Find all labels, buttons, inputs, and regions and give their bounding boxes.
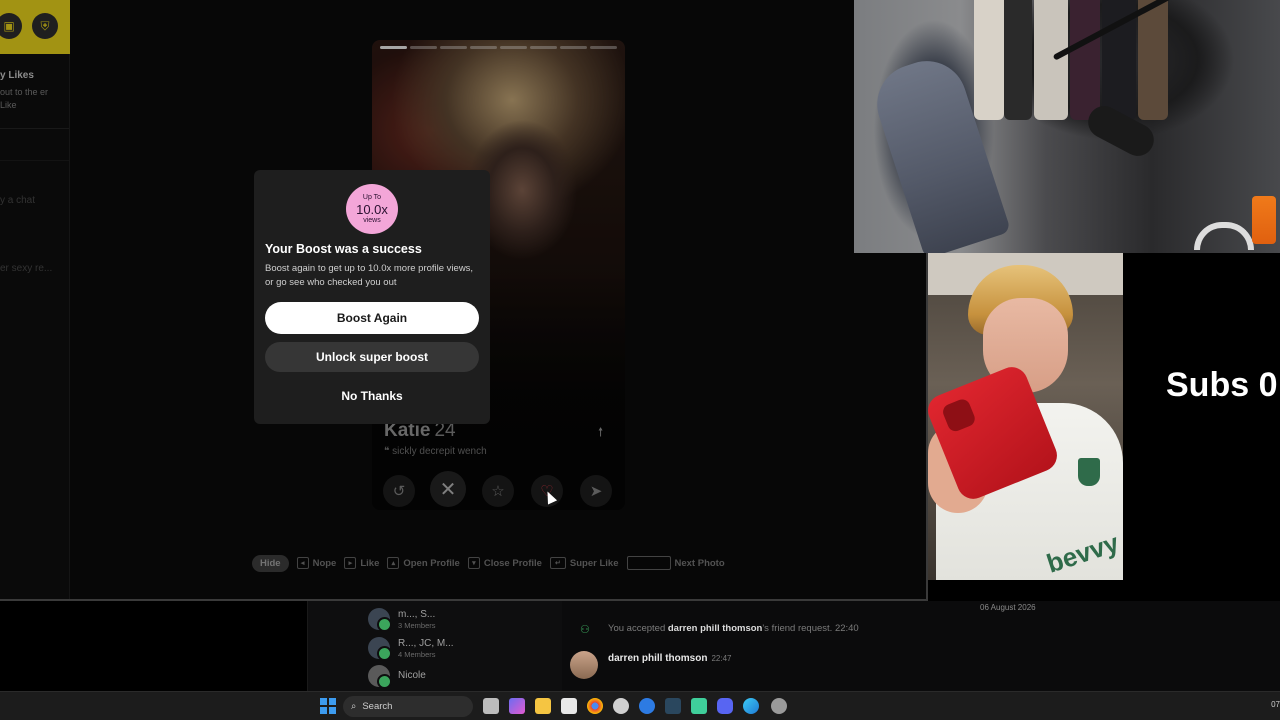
system-user[interactable]: darren phill thomson xyxy=(668,623,762,634)
system-prefix: You accepted xyxy=(608,623,668,634)
subs-counter: Subs 0 xyxy=(1166,366,1278,404)
friend-added-icon: ⚇ xyxy=(580,624,590,636)
modal-description: Boost again to get up to 10.0x more prof… xyxy=(265,263,474,288)
store-icon[interactable] xyxy=(561,698,577,714)
drink-can xyxy=(1252,196,1276,244)
boost-success-modal: Up To 10.0x views Your Boost was a succe… xyxy=(254,170,490,424)
system-time: 22:40 xyxy=(834,623,859,634)
taskbar-search[interactable]: ⌕ Search xyxy=(343,696,473,717)
dm-text: m..., S... 3 Members xyxy=(398,609,436,630)
badge-bottom-text: views xyxy=(363,216,381,224)
app-icon[interactable] xyxy=(613,698,629,714)
face-webcam-feed: bevvy xyxy=(928,253,1123,580)
clothing xyxy=(1034,0,1068,120)
chat-panel: 06 August 2026 ⚇ You accepted darren phi… xyxy=(562,601,1280,691)
author-name[interactable]: darren phill thomson xyxy=(608,653,707,664)
boost-again-button[interactable]: Boost Again xyxy=(265,302,479,334)
file-explorer-icon[interactable] xyxy=(535,698,551,714)
unlock-super-boost-button[interactable]: Unlock super boost xyxy=(265,342,479,372)
steam-icon[interactable] xyxy=(665,698,681,714)
system-message: You accepted darren phill thomson's frie… xyxy=(608,623,859,634)
clock[interactable]: 07 xyxy=(1271,700,1280,709)
phone-camera xyxy=(940,397,978,434)
dm-item[interactable]: R..., JC, M... 4 Members xyxy=(368,635,454,661)
dm-name: Nicole xyxy=(398,670,426,681)
dm-members: 4 Members xyxy=(398,649,436,659)
avatar xyxy=(368,665,392,689)
dm-text: R..., JC, M... 4 Members xyxy=(398,638,454,659)
copilot-icon[interactable] xyxy=(509,698,525,714)
dm-item[interactable]: Nicole xyxy=(368,663,426,689)
tinder-window: ▣ ⛨ y Likes out to the er Like y a chat … xyxy=(0,0,928,601)
clothing xyxy=(1004,0,1032,120)
search-icon: ⌕ xyxy=(351,701,357,712)
edge-icon[interactable] xyxy=(743,698,759,714)
discord-icon[interactable] xyxy=(717,698,733,714)
avatar xyxy=(368,637,392,661)
dm-item[interactable]: m..., S... 3 Members xyxy=(368,606,436,632)
clothing xyxy=(1138,0,1168,120)
club-crest xyxy=(1078,458,1100,486)
subs-overlay: Subs 0 xyxy=(1123,253,1280,580)
room-webcam-feed xyxy=(854,0,1280,253)
chrome-icon[interactable] xyxy=(587,698,603,714)
dm-list: m..., S... 3 Members R..., JC, M... 4 Me… xyxy=(307,601,562,691)
avatar xyxy=(368,608,392,632)
app-icon[interactable] xyxy=(691,698,707,714)
dm-text: Nicole xyxy=(398,670,426,682)
desktop: ▣ ⛨ y Likes out to the er Like y a chat … xyxy=(0,0,1280,720)
windows-start-icon[interactable] xyxy=(320,698,336,714)
date-divider: 06 August 2026 xyxy=(980,603,1036,612)
no-thanks-button[interactable]: No Thanks xyxy=(265,382,479,410)
modal-title: Your Boost was a success xyxy=(265,242,422,256)
message-time: 22:47 xyxy=(711,654,732,663)
clothing xyxy=(974,0,1004,120)
discord-window: m..., S... 3 Members R..., JC, M... 4 Me… xyxy=(0,601,1280,691)
system-suffix: 's friend request. xyxy=(762,623,833,634)
badge-top-text: Up To xyxy=(362,193,382,201)
badge-multiplier: 10.0x xyxy=(356,201,388,217)
clothing xyxy=(1070,0,1100,120)
dm-name: R..., JC, M... xyxy=(398,637,454,649)
taskbar: ⌕ Search 07 xyxy=(0,691,1280,720)
boost-badge: Up To 10.0x views xyxy=(346,184,398,234)
app-icon[interactable] xyxy=(639,698,655,714)
headphones xyxy=(1194,222,1254,250)
avatar[interactable] xyxy=(570,651,598,679)
search-placeholder: Search xyxy=(362,701,393,712)
dm-members: 3 Members xyxy=(398,620,436,630)
message-author: darren phill thomson 22:47 xyxy=(608,653,731,664)
settings-icon[interactable] xyxy=(771,698,787,714)
dm-name: m..., S... xyxy=(398,608,436,620)
task-view-icon[interactable] xyxy=(483,698,499,714)
